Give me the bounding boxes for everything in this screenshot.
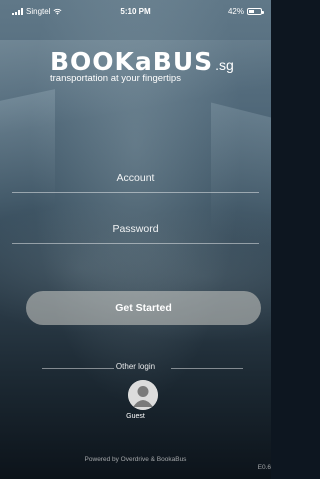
logo-wordmark: BOOKaBUS	[50, 47, 214, 76]
other-login-divider: Other login	[0, 362, 271, 374]
guest-login-button[interactable]	[128, 380, 158, 410]
version-text: E0.6	[257, 464, 271, 471]
logo-suffix: .sg	[215, 57, 234, 73]
battery-tip	[262, 11, 264, 14]
other-login-heading: Other login	[115, 362, 156, 371]
brand-tagline: transportation at your fingertips	[50, 73, 181, 84]
password-input[interactable]	[12, 215, 259, 243]
guest-label: Guest	[126, 413, 145, 420]
account-field	[12, 164, 259, 193]
login-screen: Singtel 5:10 PM 42% BOOKaBUS .sg transpo…	[0, 0, 271, 479]
user-avatar-icon	[128, 380, 158, 410]
password-field	[12, 215, 259, 244]
status-bar: Singtel 5:10 PM 42%	[0, 0, 271, 22]
background-window-left	[0, 89, 55, 221]
brand-logo: BOOKaBUS .sg	[50, 47, 234, 76]
battery-fill	[249, 10, 254, 13]
account-input[interactable]	[12, 164, 259, 192]
powered-by-text: Powered by Overdrive & BookaBus	[84, 456, 187, 463]
divider-line-right	[171, 368, 243, 369]
status-right: 42%	[227, 7, 264, 16]
battery-icon	[247, 8, 264, 15]
get-started-button[interactable]: Get Started	[26, 291, 261, 325]
battery-percent: 42%	[227, 7, 244, 16]
